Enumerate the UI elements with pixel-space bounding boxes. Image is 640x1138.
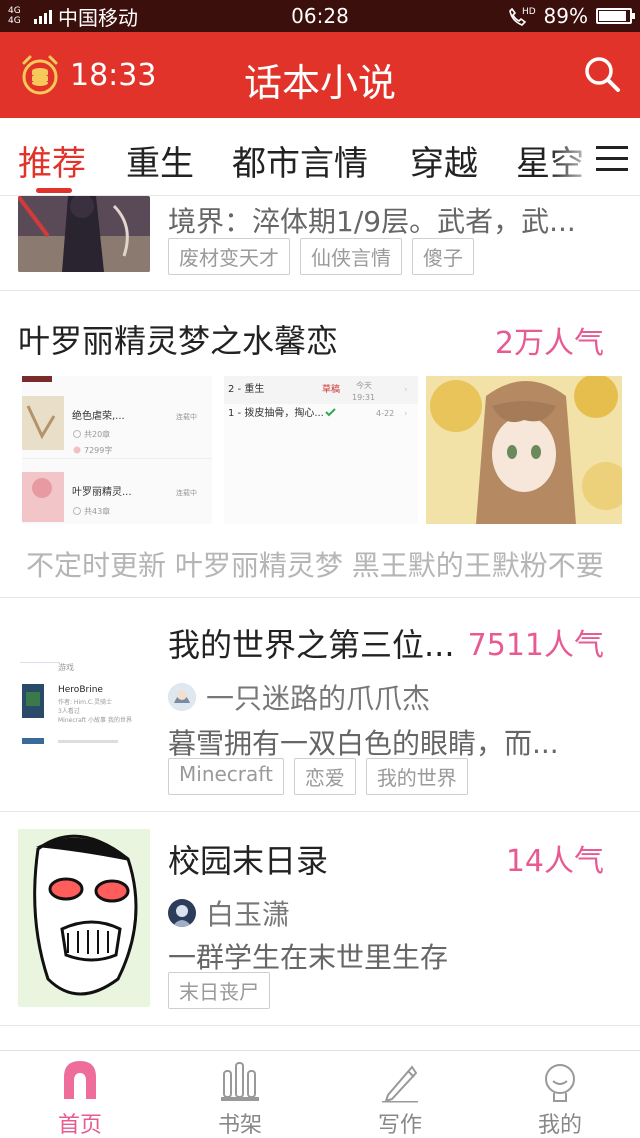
rage-face-image: [18, 829, 150, 1007]
nav-label: 我的: [537, 1113, 582, 1138]
tab-rebirth[interactable]: 重生: [126, 136, 194, 185]
nav-profile[interactable]: 我的: [480, 1051, 640, 1138]
battery-fill: [599, 11, 626, 21]
cover-line: 作者: Him.C.灵骑士: [58, 698, 112, 706]
author-name: 白玉潇: [206, 898, 291, 931]
nav-label: 书架: [217, 1113, 262, 1138]
story-tags: Minecraft 恋爱 我的世界: [168, 758, 468, 795]
featured-popularity: 2万人气: [494, 326, 604, 361]
tag[interactable]: 仙侠言情: [300, 238, 402, 275]
shot-chapter-tag: 草稿: [322, 383, 340, 395]
author-name: 一只迷路的爪爪杰: [206, 682, 431, 715]
tag[interactable]: 傻子: [412, 238, 474, 275]
nav-bookshelf[interactable]: 书架: [160, 1051, 320, 1138]
featured-artwork: [426, 376, 622, 524]
shot-row-title: 绝色虐荣,...: [72, 409, 125, 422]
battery-percent: 89%: [543, 4, 588, 28]
screenshot-list-image: 绝色虐荣,... 连载中 共20章 7299字 叶罗丽精灵... 连载中 共43…: [22, 376, 212, 524]
story-popularity: 14人气: [505, 844, 604, 879]
status-bar: 4G 4G 中国移动 06:28 HD 89%: [0, 0, 640, 32]
story-description: 境界：淬体期1/9层。武者，武...: [168, 205, 576, 238]
shot-row-chapters: 共43章: [84, 506, 110, 516]
cover-line: Minecraft 小故事 我的世界: [58, 716, 132, 724]
featured-title[interactable]: 叶罗丽精灵梦之水馨恋: [18, 316, 338, 362]
active-tab-indicator: [36, 188, 72, 193]
cover-header: 游戏: [58, 662, 74, 672]
search-icon[interactable]: [582, 54, 622, 94]
cover-image: 游戏 HeroBrine 作者: Him.C.灵骑士 3人看过 Minecraf…: [18, 662, 150, 744]
featured-screenshot: 2 - 重生 草稿 今天 19:31 › 1 - 拨皮抽骨，掏心... 4-22…: [224, 376, 418, 524]
nav-label: 写作: [377, 1113, 422, 1138]
shot-row-words: 7299字: [84, 445, 112, 455]
profile-icon: [545, 1064, 575, 1102]
shot-row-status: 连载中: [176, 488, 197, 497]
story-tags: 末日丧尸: [168, 972, 270, 1009]
bottom-navigation: 首页 书架 写作 我的: [0, 1050, 640, 1138]
story-cover[interactable]: 游戏 HeroBrine 作者: Him.C.灵骑士 3人看过 Minecraf…: [18, 662, 150, 744]
menu-icon[interactable]: [596, 146, 628, 172]
tab-urban-romance[interactable]: 都市言情: [232, 136, 368, 185]
battery-icon: [596, 8, 635, 24]
shot-chapter-date: 今天: [356, 380, 372, 390]
divider: [0, 811, 640, 812]
featured-subline: 不定时更新 叶罗丽精灵梦 黑王默的王默粉不要: [26, 549, 604, 582]
call-badge: HD: [522, 7, 536, 17]
tag[interactable]: 废材变天才: [168, 238, 290, 275]
tab-recommend[interactable]: 推荐: [18, 136, 86, 185]
svg-text:›: ›: [404, 385, 408, 395]
divider: [0, 1025, 640, 1026]
app-header: 18:33 话本小说: [0, 32, 640, 118]
shot-row-title: 叶罗丽精灵...: [72, 485, 132, 498]
shot-row-status: 连载中: [176, 412, 197, 421]
shot-chapter-date: 4-22: [376, 409, 394, 418]
tab-time-travel[interactable]: 穿越: [410, 136, 478, 185]
featured-screenshot: 绝色虐荣,... 连载中 共20章 7299字 叶罗丽精灵... 连载中 共43…: [22, 376, 212, 524]
author-avatar: [168, 683, 196, 711]
cover-name: HeroBrine: [58, 685, 103, 695]
nav-write[interactable]: 写作: [320, 1051, 480, 1138]
story-author-row[interactable]: 一只迷路的爪爪杰: [168, 680, 431, 715]
tag[interactable]: Minecraft: [168, 758, 284, 795]
divider: [0, 290, 640, 291]
tag[interactable]: 恋爱: [293, 758, 356, 795]
story-tags: 废材变天才 仙侠言情 傻子: [168, 238, 474, 275]
bookshelf-icon: [221, 1062, 259, 1101]
cover-line: 3人看过: [58, 707, 80, 715]
shot-chapter-label: 2 - 重生: [228, 382, 264, 395]
featured-screenshots[interactable]: 绝色虐荣,... 连载中 共20章 7299字 叶罗丽精灵... 连载中 共43…: [22, 376, 622, 524]
story-cover[interactable]: [18, 196, 150, 272]
tag[interactable]: 末日丧尸: [168, 972, 270, 1009]
story-title[interactable]: 我的世界之第三位...: [168, 620, 455, 666]
call-hd-icon: HD: [508, 7, 536, 26]
divider: [0, 597, 640, 598]
shot-row-chapters: 共20章: [84, 429, 110, 439]
nav-home[interactable]: 首页: [0, 1051, 160, 1138]
story-description: 暮雪拥有一双白色的眼睛，而...: [168, 727, 559, 760]
author-avatar: [168, 899, 196, 927]
story-description: 一群学生在末世里生存: [168, 941, 449, 974]
shot-chapter-label: 1 - 拨皮抽骨，掏心...: [228, 406, 324, 419]
tag[interactable]: 我的世界: [365, 758, 468, 795]
status-right: HD 89%: [506, 0, 635, 32]
anime-girl-image: [426, 376, 622, 524]
story-list: 境界：淬体期1/9层。武者，武... 废材变天才 仙侠言情 傻子 叶罗丽精灵梦之…: [0, 196, 640, 1050]
story-cover[interactable]: [18, 829, 150, 1007]
story-title[interactable]: 校园末日录: [168, 836, 328, 882]
cover-image: [18, 196, 150, 272]
category-tabs: 推荐 重生 都市言情 穿越 星空: [0, 118, 640, 196]
app-title: 话本小说: [243, 61, 396, 105]
nav-label: 首页: [57, 1113, 102, 1138]
story-author-row[interactable]: 白玉潇: [168, 896, 291, 931]
screenshot-chapters-image: 2 - 重生 草稿 今天 19:31 › 1 - 拨皮抽骨，掏心... 4-22…: [224, 376, 418, 524]
story-popularity: 7511人气: [467, 628, 604, 663]
pen-icon: [382, 1065, 418, 1103]
home-icon: [64, 1061, 96, 1099]
shot-chapter-time: 19:31: [352, 393, 375, 402]
svg-text:›: ›: [404, 409, 408, 419]
